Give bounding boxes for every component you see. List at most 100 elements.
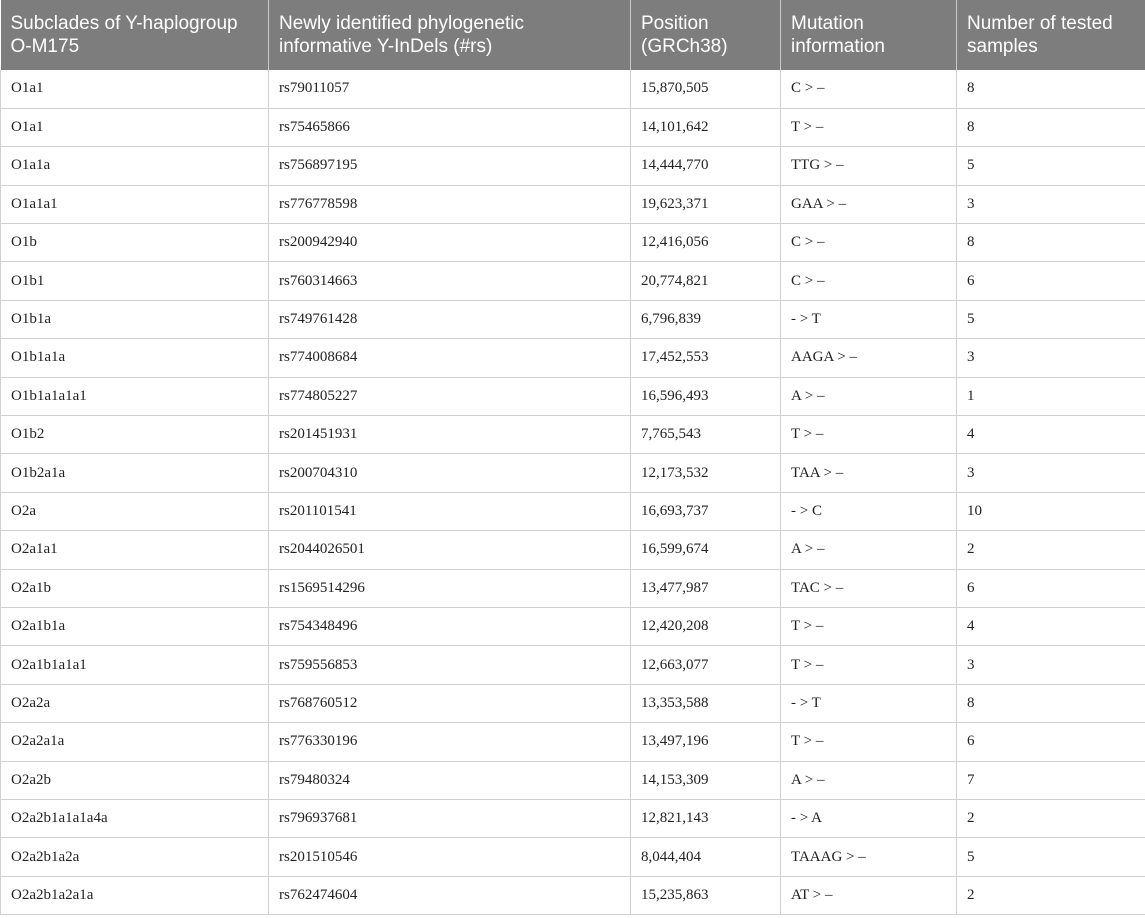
cell-mutation: AAGA > – — [780, 338, 957, 378]
cell-rs-id: rs200704310 — [268, 453, 631, 493]
cell-subclade: O1b2a1a — [0, 453, 269, 493]
cell-mutation: TAAAG > – — [780, 837, 957, 877]
cell-sample-count: 3 — [956, 453, 1145, 493]
cell-sample-count: 3 — [956, 185, 1145, 225]
table-row: O1b1a1a rs774008684 17,452,553 AAGA > –3 — [0, 338, 1145, 378]
table-row: O1b rs200942940 12,416,056 C > –8 — [0, 223, 1145, 263]
cell-subclade: O1a1 — [0, 70, 269, 109]
cell-subclade: O2a2a — [0, 684, 269, 724]
cell-position: 19,623,371 — [630, 185, 781, 225]
header-subclade: Subclades of Y-haplogroup O-M175 — [0, 0, 269, 70]
table-row: O1b2a1a rs200704310 12,173,532 TAA > –3 — [0, 453, 1145, 493]
cell-sample-count: 5 — [956, 837, 1145, 877]
cell-sample-count: 10 — [956, 492, 1145, 532]
cell-subclade: O1b1a1a1a1 — [0, 377, 269, 417]
cell-sample-count: 6 — [956, 261, 1145, 301]
header-mutation: Mutation information — [780, 0, 957, 70]
cell-rs-id: rs79011057 — [268, 70, 631, 109]
cell-rs-id: rs760314663 — [268, 261, 631, 301]
cell-position: 13,353,588 — [630, 684, 781, 724]
cell-subclade: O2a2b — [0, 761, 269, 800]
cell-sample-count: 2 — [956, 530, 1145, 570]
cell-sample-count: 8 — [956, 70, 1145, 109]
cell-sample-count: 4 — [956, 415, 1145, 455]
cell-position: 6,796,839 — [630, 300, 781, 340]
cell-rs-id: rs2044026501 — [268, 530, 631, 570]
cell-position: 14,153,309 — [630, 761, 781, 800]
table-row: O2a2b1a2a rs201510546 8,044,404 TAAAG > –5 — [0, 837, 1145, 877]
cell-rs-id: rs749761428 — [268, 300, 631, 340]
table-row: O1a1 rs75465866 14,101,642 T > –8 — [0, 108, 1145, 148]
table-row: O2a1b rs1569514296 13,477,987 TAC > –6 — [0, 569, 1145, 608]
table-row: O1b2 rs201451931 7,765,543 T > –4 — [0, 415, 1145, 455]
cell-mutation: TTG > – — [780, 146, 957, 186]
cell-mutation: C > – — [780, 261, 957, 301]
table-row: O2a2b1a1a1a4a rs796937681 12,821,143- > A2 — [0, 799, 1145, 839]
cell-sample-count: 5 — [956, 300, 1145, 340]
cell-position: 7,765,543 — [630, 415, 781, 455]
cell-rs-id: rs79480324 — [268, 761, 631, 800]
cell-rs-id: rs75465866 — [268, 108, 631, 148]
cell-position: 12,663,077 — [630, 645, 781, 685]
table-row: O2a2a rs768760512 13,353,588- > T8 — [0, 684, 1145, 724]
table-row: O2a rs201101541 16,693,737- > C 10 — [0, 492, 1145, 532]
cell-mutation: T > – — [780, 415, 957, 455]
cell-position: 13,477,987 — [630, 569, 781, 608]
cell-sample-count: 3 — [956, 338, 1145, 378]
cell-sample-count: 8 — [956, 684, 1145, 724]
cell-subclade: O1b2 — [0, 415, 269, 455]
cell-position: 16,599,674 — [630, 530, 781, 570]
cell-subclade: O1b — [0, 223, 269, 263]
cell-mutation: T > – — [780, 645, 957, 685]
cell-position: 12,821,143 — [630, 799, 781, 839]
cell-position: 20,774,821 — [630, 261, 781, 301]
header-position: Position (GRCh38) — [630, 0, 781, 70]
cell-position: 12,420,208 — [630, 607, 781, 647]
cell-rs-id: rs200942940 — [268, 223, 631, 263]
cell-rs-id: rs759556853 — [268, 645, 631, 685]
cell-sample-count: 7 — [956, 761, 1145, 800]
cell-subclade: O1a1a — [0, 146, 269, 186]
cell-mutation: - > A — [780, 799, 957, 839]
table-row: O2a2a1a rs776330196 13,497,196 T > –6 — [0, 722, 1145, 762]
cell-sample-count: 2 — [956, 799, 1145, 839]
cell-mutation: TAC > – — [780, 569, 957, 608]
cell-position: 12,173,532 — [630, 453, 781, 493]
cell-subclade: O1a1 — [0, 108, 269, 148]
cell-mutation: AT > – — [780, 876, 957, 916]
cell-mutation: - > T — [780, 300, 957, 340]
table-row: O2a2b1a2a1a rs762474604 15,235,863 AT > –2 — [0, 876, 1145, 916]
cell-subclade: O2a1b1a — [0, 607, 269, 647]
cell-position: 14,101,642 — [630, 108, 781, 148]
cell-subclade: O2a2a1a — [0, 722, 269, 762]
table-header: Subclades of Y-haplogroup O-M175 Newly i… — [0, 0, 1145, 70]
cell-sample-count: 6 — [956, 722, 1145, 762]
table-row: O2a1a1 rs2044026501 16,599,674 A > –2 — [0, 530, 1145, 570]
cell-subclade: O2a2b1a2a — [0, 837, 269, 877]
cell-subclade: O2a1b — [0, 569, 269, 608]
cell-sample-count: 8 — [956, 108, 1145, 148]
cell-mutation: T > – — [780, 108, 957, 148]
header-row: Subclades of Y-haplogroup O-M175 Newly i… — [0, 0, 1145, 70]
cell-mutation: C > – — [780, 70, 957, 109]
table-row: O1b1a1a1a1 rs774805227 16,596,493 A > –1 — [0, 377, 1145, 417]
cell-position: 16,693,737 — [630, 492, 781, 532]
cell-rs-id: rs201101541 — [268, 492, 631, 532]
cell-mutation: - > C — [780, 492, 957, 532]
cell-rs-id: rs774008684 — [268, 338, 631, 378]
cell-mutation: A > – — [780, 530, 957, 570]
cell-rs-id: rs776330196 — [268, 722, 631, 762]
table-row: O1a1 rs79011057 15,870,505 C > –8 — [0, 70, 1145, 109]
cell-subclade: O1b1a1a — [0, 338, 269, 378]
cell-subclade: O1b1a — [0, 300, 269, 340]
cell-rs-id: rs796937681 — [268, 799, 631, 839]
cell-mutation: T > – — [780, 722, 957, 762]
cell-sample-count: 3 — [956, 645, 1145, 685]
cell-rs-id: rs1569514296 — [268, 569, 631, 608]
table-row: O1b1 rs760314663 20,774,821 C > –6 — [0, 261, 1145, 301]
cell-rs-id: rs756897195 — [268, 146, 631, 186]
cell-sample-count: 1 — [956, 377, 1145, 417]
table-body: O1a1 rs79011057 15,870,505 C > –8 O1a1 rs7546… — [0, 70, 1145, 916]
table-row: O1a1a rs756897195 14,444,770 TTG > –5 — [0, 146, 1145, 186]
cell-subclade: O2a1a1 — [0, 530, 269, 570]
